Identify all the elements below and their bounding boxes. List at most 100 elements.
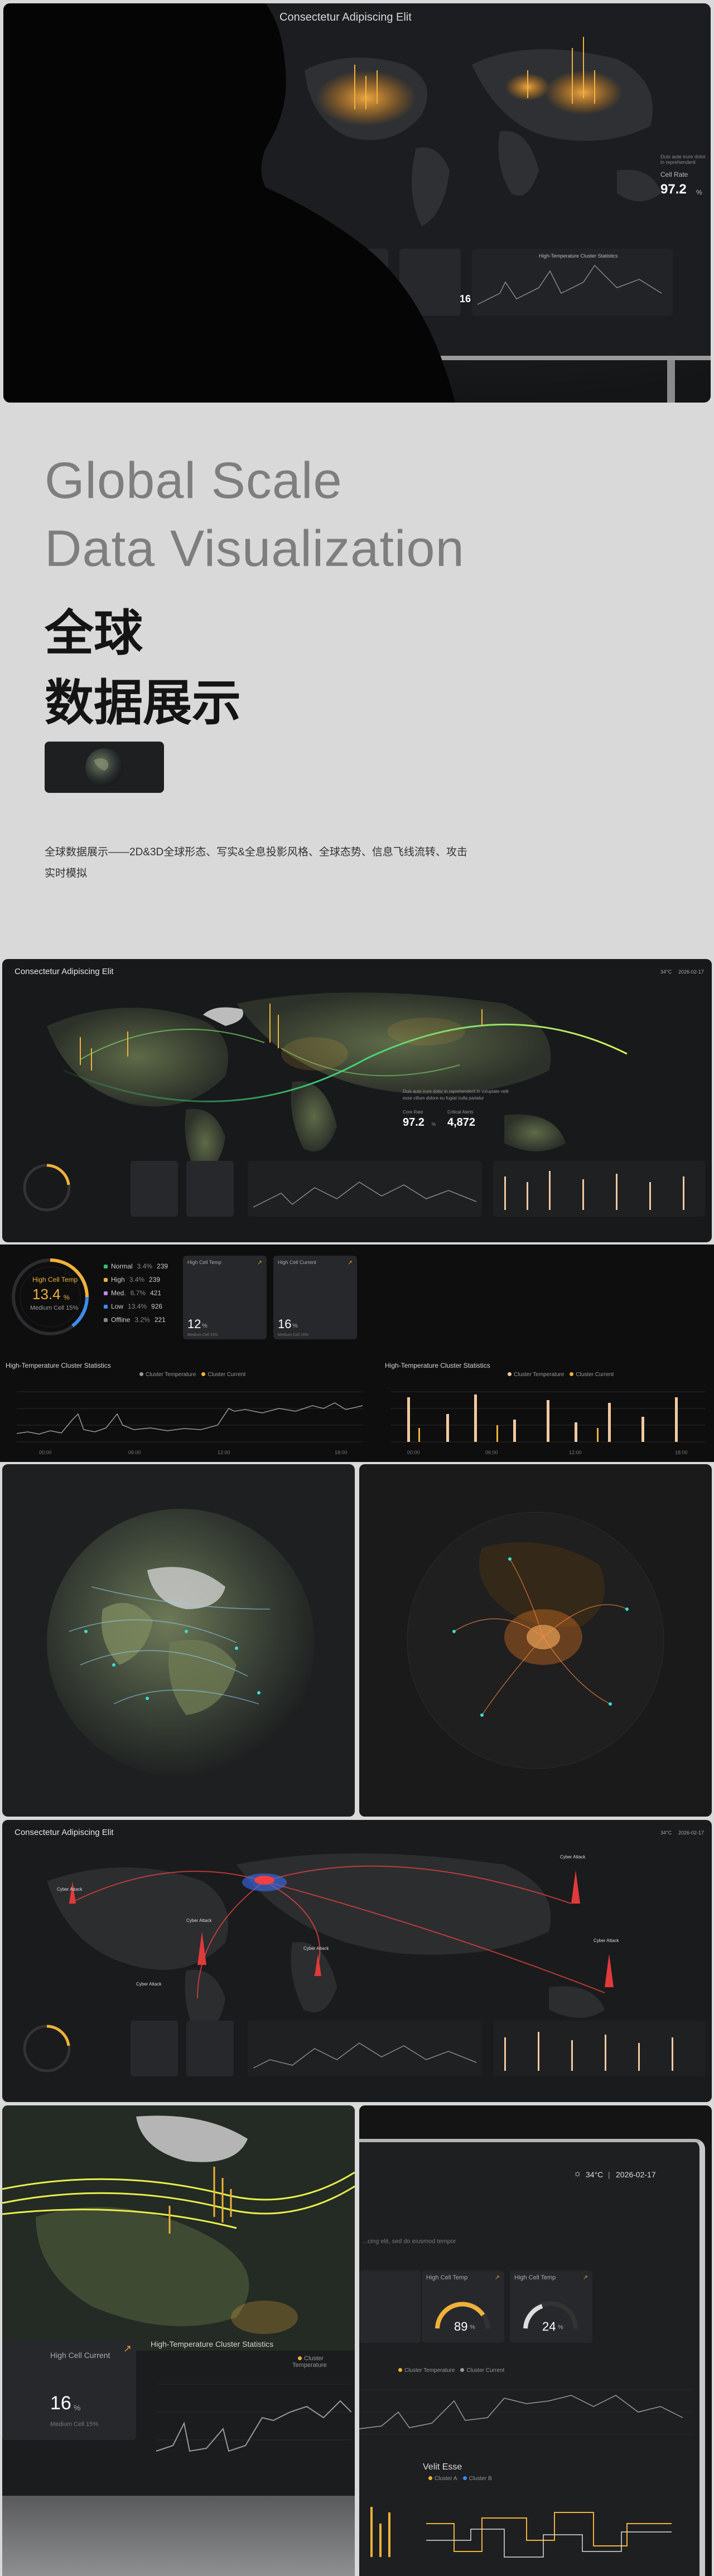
closeup-card-partial[interactable] xyxy=(359,2270,421,2343)
card-high-cell-current[interactable]: High Cell Current ↗ 16 % Medium Cell 15% xyxy=(273,1256,357,1339)
right-chart-legend: Cluster Temperature Cluster Current xyxy=(502,1372,614,1378)
dashboard-1-stat2-value: 4,872 xyxy=(447,1116,476,1129)
gauge-unit: % xyxy=(64,1294,70,1301)
monitor-card2-value: 16 xyxy=(460,293,471,304)
x-tick: 00:00 xyxy=(407,1450,420,1455)
x-tick: 18:00 xyxy=(335,1450,348,1455)
closeup-chart-title: High-Temperature Cluster Statistics xyxy=(151,2340,274,2349)
dashboard-2: Consectetur Adipiscing Elit 34°C 2026-02… xyxy=(2,1820,712,2102)
attack-label: Cyber Attack xyxy=(303,1946,329,1951)
closeup-map xyxy=(2,2105,355,2351)
attack-label: Cyber Attack xyxy=(186,1918,212,1923)
dashboard-1-title: Consectetur Adipiscing Elit xyxy=(15,967,114,976)
showcase-page: Consectetur Adipiscing Elit Cell Rate 97… xyxy=(0,0,714,2576)
monitor-stand xyxy=(667,360,675,403)
monitor-stat-unit: % xyxy=(696,188,702,196)
arrow-up-right-icon: ↗ xyxy=(123,2343,132,2354)
monitor-stat-value: 97.2 xyxy=(660,182,687,197)
attack-label: Cyber Attack xyxy=(560,1854,586,1860)
closeup-date: 2026-02-17 xyxy=(616,2170,656,2179)
dashboard-1-date: 2026-02-17 xyxy=(678,969,705,975)
gauge-label: High Cell Temp xyxy=(32,1276,78,1284)
card-unit: % xyxy=(202,1323,208,1329)
card-title: High Cell Current xyxy=(50,2351,110,2360)
card-value: 16 xyxy=(50,2393,71,2414)
legend-item-low: Low 13.4% 926 xyxy=(104,1302,162,1310)
x-tick: 18:00 xyxy=(675,1450,688,1455)
right-chart: 00:00 06:00 12:00 18:00 xyxy=(390,1391,706,1455)
dashboard-1-stat1-label: Core Rate xyxy=(403,1110,423,1115)
closeup-card-high-cell-temp-b[interactable]: High Cell Temp ↗ 24 % xyxy=(510,2270,592,2343)
sun-icon: ☼ xyxy=(573,2169,582,2178)
left-chart-title: High-Temperature Cluster Statistics xyxy=(6,1362,111,1369)
dashboard-1-stat1-unit: % xyxy=(432,1122,436,1127)
monitor-desc: Duis aute irure dolor in reprehenderit xyxy=(660,154,706,165)
globe-holo-panel xyxy=(359,1464,712,1817)
closeup-device-panel: ☼ 34°C | 2026-02-17 ...cing elit, sed do… xyxy=(359,2105,712,2576)
gauge-sub: Medium Cell 15% xyxy=(30,1305,79,1311)
globe-realistic xyxy=(47,1509,315,1776)
dashboard-1-weather: 34°C xyxy=(660,969,672,975)
arrow-up-right-icon: ↗ xyxy=(347,1260,353,1266)
dashboard-2-title: Consectetur Adipiscing Elit xyxy=(15,1828,114,1837)
x-tick: 12:00 xyxy=(218,1450,230,1455)
gauge-value: 13.4 xyxy=(32,1286,61,1302)
legend-item-offline: Offline 3.2% 221 xyxy=(104,1316,166,1324)
step-chart-title: Velit Esse xyxy=(423,2462,462,2472)
step-chart-legend: Cluster A Cluster B xyxy=(423,2476,492,2482)
card-value: 24 xyxy=(542,2320,556,2333)
card-high-cell-temp[interactable]: High Cell Temp ↗ 12 % Medium Cell 15% xyxy=(183,1256,267,1339)
closeup-divider: | xyxy=(608,2170,610,2179)
x-tick: 12:00 xyxy=(569,1450,582,1455)
attack-label: Cyber Attack xyxy=(594,1938,619,1943)
dashboard-1-stat1-value: 97.2 xyxy=(403,1116,424,1129)
attack-label: Cyber Attack xyxy=(136,1982,162,1987)
right-chart-title: High-Temperature Cluster Statistics xyxy=(385,1362,490,1369)
dashboard-2-map xyxy=(23,1853,705,2076)
arrow-up-right-icon: ↗ xyxy=(494,2274,500,2281)
dashboard-1-info: Duis aute irure dolor in reprehenderit i… xyxy=(403,1089,509,1101)
card-unit: % xyxy=(558,2324,563,2331)
legend-item-normal: Normal 3.4% 239 xyxy=(104,1262,168,1270)
closeup-partial-text: ...cing elit, sed do eiusmod tempor xyxy=(363,2238,456,2245)
closeup-card-high-cell-temp-a[interactable]: High Cell Temp ↗ 89 % xyxy=(422,2270,504,2343)
monitor-chart-title: High-Temperature Cluster Statistics xyxy=(539,253,618,259)
card-unit: % xyxy=(292,1323,298,1329)
closeup-card-high-cell-current[interactable]: High Cell Current ↗ 16 % Medium Cell 15% xyxy=(2,2340,136,2440)
intro-description: 全球数据展示——2D&3D全球形态、写实&全息投影风格、全球态势、信息飞线流转、… xyxy=(45,846,467,879)
dashboard-1: Consectetur Adipiscing Elit 34°C 2026-02… xyxy=(2,959,712,1242)
detail-strip: High Cell Temp 13.4 % Medium Cell 15% No… xyxy=(0,1245,714,1462)
card-value: 12 xyxy=(187,1317,201,1331)
card-title: High Cell Temp xyxy=(187,1260,221,1265)
person-silhouette xyxy=(3,3,455,403)
intro-cn-line2: 数据展示 xyxy=(45,675,242,730)
card-sub: Medium Cell 15% xyxy=(187,1333,218,1337)
closeup-line-chart xyxy=(156,2384,351,2452)
card-unit: % xyxy=(74,2403,81,2412)
step-chart xyxy=(370,2507,672,2558)
globe-badge xyxy=(45,742,164,793)
closeup-weather: 34°C xyxy=(586,2170,604,2179)
card-unit: % xyxy=(470,2324,475,2331)
card-sub: Medium Cell 15% xyxy=(50,2421,99,2428)
dashboard-2-weather: 34°C xyxy=(660,1830,672,1836)
intro-title-line1: Global Scale xyxy=(45,452,342,509)
dashboard-1-map xyxy=(23,992,705,1217)
x-tick: 06:00 xyxy=(128,1450,141,1455)
x-tick: 06:00 xyxy=(485,1450,498,1455)
arrow-up-right-icon: ↗ xyxy=(582,2274,588,2281)
monitor-stat-label: Cell Rate xyxy=(660,171,688,178)
x-tick: 00:00 xyxy=(39,1450,52,1455)
left-chart: 00:00 06:00 12:00 18:00 xyxy=(16,1391,363,1455)
card-value: 89 xyxy=(454,2320,468,2333)
card-title: High Cell Temp xyxy=(514,2274,556,2281)
closeup-map-panel: High Cell Current ↗ 16 % Medium Cell 15%… xyxy=(2,2105,355,2576)
closeup-chart-legend: Cluster Temperature xyxy=(292,2355,327,2369)
hero-photo: Consectetur Adipiscing Elit Cell Rate 97… xyxy=(3,3,711,403)
legend-item-high: High 3.4% 239 xyxy=(104,1276,160,1284)
card-title: High Cell Current xyxy=(278,1260,317,1265)
globe-holographic xyxy=(407,1512,664,1769)
dashboard-1-stat2-label: Critical Alerts xyxy=(447,1110,474,1115)
dashboard-2-date: 2026-02-17 xyxy=(678,1830,705,1836)
closeup-right-line-chart xyxy=(359,2389,694,2435)
